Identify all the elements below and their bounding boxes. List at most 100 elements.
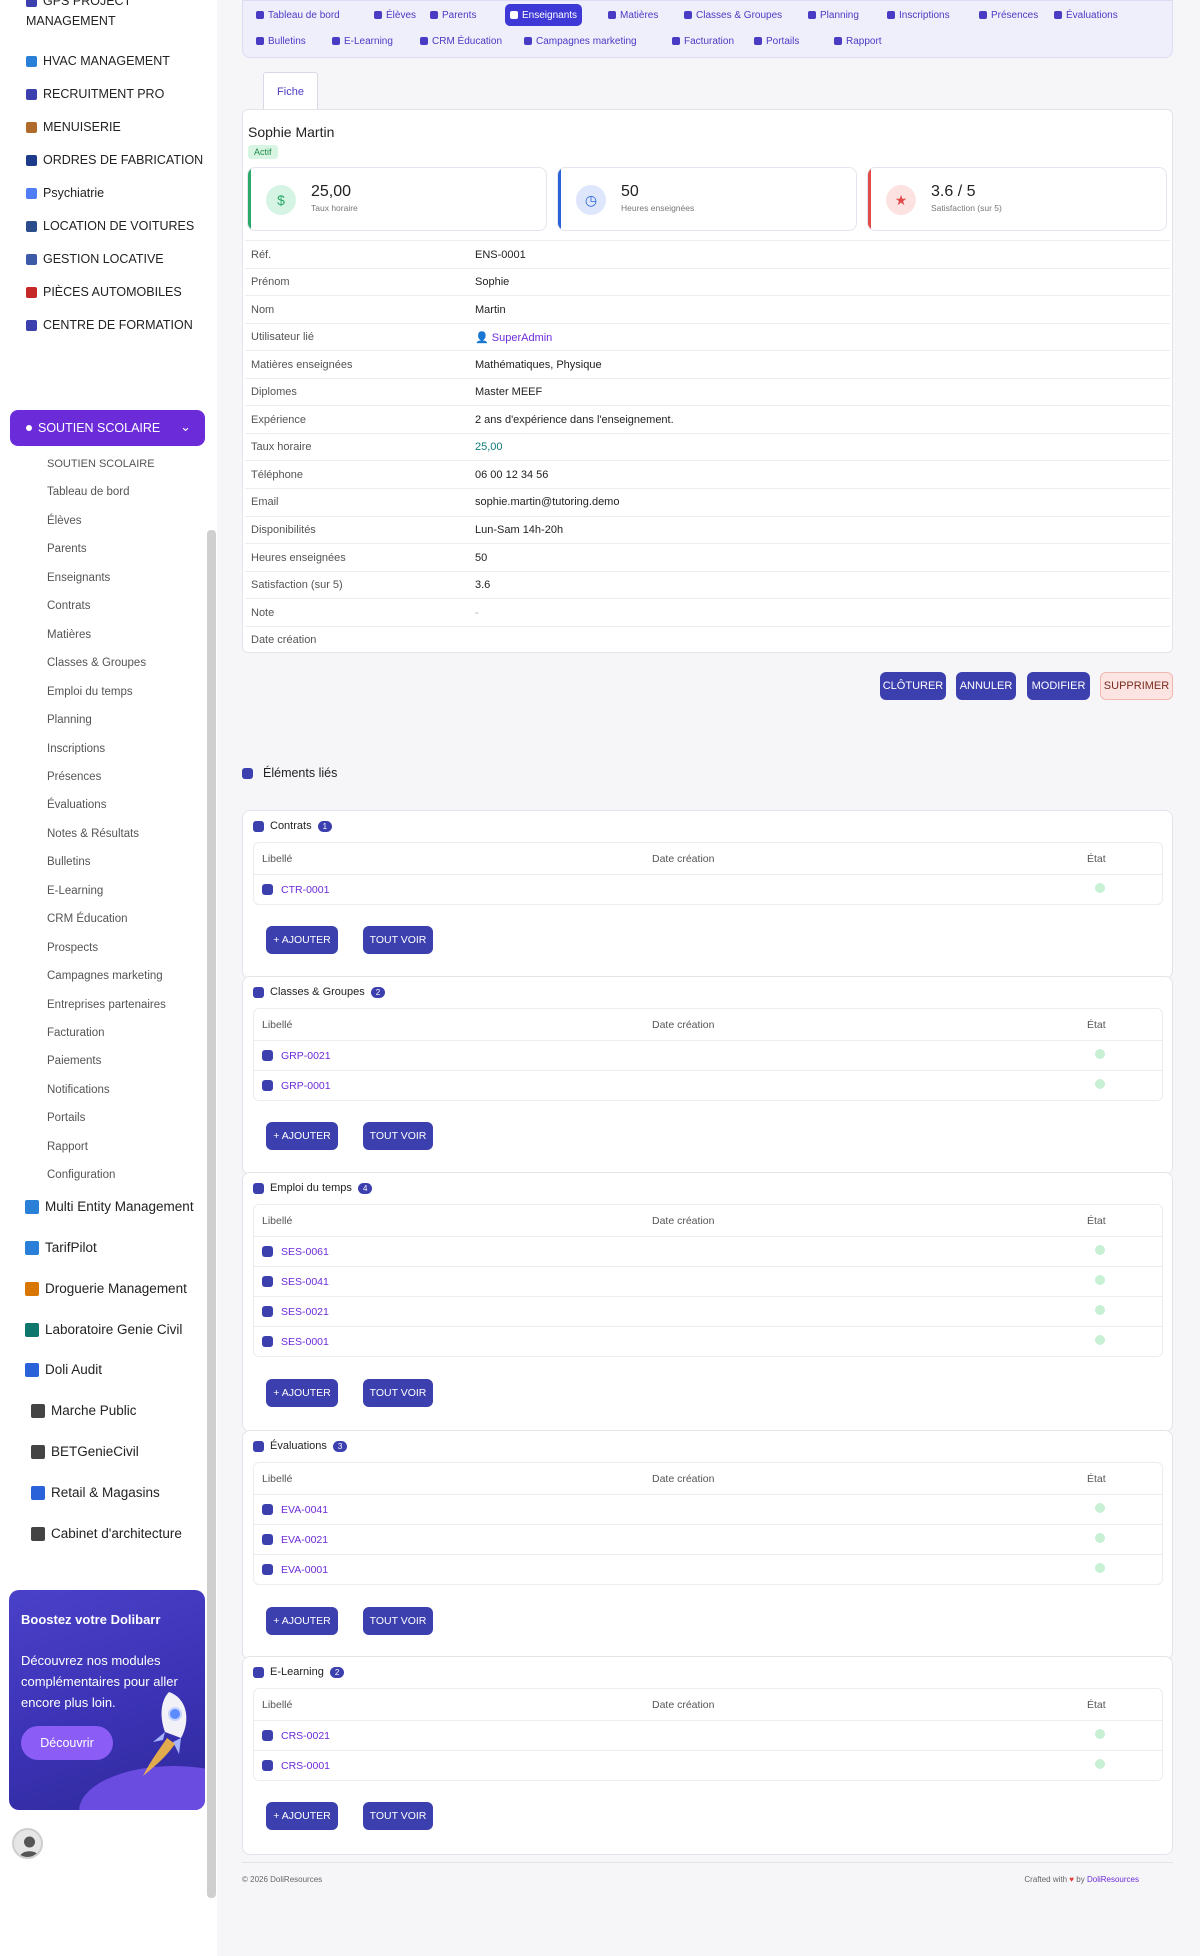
sidebar-subitem-2[interactable]: Tableau de bord <box>47 486 129 498</box>
table-row[interactable]: EVA-0021 <box>254 1524 1162 1554</box>
record-link[interactable]: CTR-0001 <box>281 884 329 896</box>
cancel-button[interactable]: ANNULER <box>956 672 1016 700</box>
record-link[interactable]: EVA-0001 <box>281 1564 328 1576</box>
sidebar-module-label-continued[interactable]: MANAGEMENT <box>26 14 116 28</box>
add-button[interactable]: + AJOUTER <box>266 1122 338 1150</box>
sidebar-subitem-19[interactable]: Campagnes marketing <box>47 970 163 982</box>
sidebar-subitem-1[interactable]: SOUTIEN SCOLAIRE <box>47 458 155 470</box>
view-all-button[interactable]: TOUT VOIR <box>363 1379 433 1407</box>
sidebar-module-lower-3[interactable]: Droguerie Management <box>25 1281 187 1296</box>
field-value[interactable]: 👤 SuperAdmin <box>475 331 552 344</box>
record-link[interactable]: CRS-0001 <box>281 1760 330 1772</box>
topmenu-link-7[interactable]: Planning <box>803 4 864 26</box>
sidebar-module-3[interactable]: MENUISERIE <box>26 120 121 134</box>
sidebar-module-9[interactable]: CENTRE DE FORMATION <box>26 318 193 332</box>
topmenu-link-5[interactable]: Matières <box>603 4 663 26</box>
topmenu-link-1[interactable]: Tableau de bord <box>251 4 345 26</box>
sidebar-subitem-6[interactable]: Contrats <box>47 600 90 612</box>
topmenu-link-row2-3[interactable]: CRM Éducation <box>415 30 507 52</box>
sidebar-subitem-12[interactable]: Présences <box>47 771 101 783</box>
topmenu-link-10[interactable]: Évaluations <box>1049 4 1123 26</box>
view-all-button[interactable]: TOUT VOIR <box>363 1122 433 1150</box>
footer-brand-link[interactable]: DoliResources <box>1087 1875 1139 1884</box>
record-link[interactable]: CRS-0021 <box>281 1730 330 1742</box>
topmenu-link-row2-2[interactable]: E-Learning <box>327 30 398 52</box>
sidebar-module-lower-7[interactable]: BETGenieCivil <box>31 1444 139 1459</box>
sidebar-scrollbar[interactable] <box>207 530 216 1898</box>
sidebar-subitem-25[interactable]: Rapport <box>47 1141 88 1153</box>
sidebar-subitem-24[interactable]: Portails <box>47 1112 85 1124</box>
table-row[interactable]: CRS-0001 <box>254 1750 1162 1780</box>
topmenu-link-row2-5[interactable]: Facturation <box>667 30 739 52</box>
record-link[interactable]: SES-0041 <box>281 1276 329 1288</box>
record-link[interactable]: SES-0021 <box>281 1306 329 1318</box>
sidebar-module-active[interactable]: SOUTIEN SCOLAIRE ⌄ <box>10 410 205 446</box>
topmenu-link-8[interactable]: Inscriptions <box>882 4 955 26</box>
add-button[interactable]: + AJOUTER <box>266 1802 338 1830</box>
view-all-button[interactable]: TOUT VOIR <box>363 925 433 954</box>
add-button[interactable]: + AJOUTER <box>266 1379 338 1407</box>
view-all-button[interactable]: TOUT VOIR <box>363 1606 433 1635</box>
add-button[interactable]: + AJOUTER <box>266 1606 338 1635</box>
record-link[interactable]: SES-0061 <box>281 1246 329 1258</box>
topmenu-link-row2-4[interactable]: Campagnes marketing <box>519 30 642 52</box>
sidebar-subitem-9[interactable]: Emploi du temps <box>47 686 133 698</box>
sidebar-subitem-17[interactable]: CRM Éducation <box>47 913 128 925</box>
sidebar-module-lower-4[interactable]: Laboratoire Genie Civil <box>25 1322 182 1337</box>
record-link[interactable]: SES-0001 <box>281 1336 329 1348</box>
discover-button[interactable]: Découvrir <box>21 1726 113 1760</box>
sidebar-module-lower-5[interactable]: Doli Audit <box>25 1362 102 1377</box>
tab-fiche[interactable]: Fiche <box>263 72 318 110</box>
table-row[interactable]: SES-0021 <box>254 1296 1162 1326</box>
sidebar-module-truncated[interactable]: GPS PROJECT <box>26 0 131 8</box>
record-link[interactable]: EVA-0041 <box>281 1504 328 1516</box>
table-row[interactable]: EVA-0001 <box>254 1554 1162 1584</box>
sidebar-subitem-14[interactable]: Notes & Résultats <box>47 828 139 840</box>
user-avatar[interactable] <box>12 1828 43 1859</box>
table-row[interactable]: CRS-0021 <box>254 1720 1162 1750</box>
sidebar-subitem-5[interactable]: Enseignants <box>47 572 110 584</box>
sidebar-subitem-22[interactable]: Paiements <box>47 1055 101 1067</box>
sidebar-subitem-15[interactable]: Bulletins <box>47 856 90 868</box>
topmenu-link-row2-7[interactable]: Rapport <box>829 30 887 52</box>
record-link[interactable]: EVA-0021 <box>281 1534 328 1546</box>
topmenu-link-4[interactable]: Enseignants <box>505 4 583 26</box>
sidebar-subitem-10[interactable]: Planning <box>47 714 92 726</box>
sidebar-module-7[interactable]: GESTION LOCATIVE <box>26 252 164 266</box>
sidebar-module-2[interactable]: RECRUITMENT PRO <box>26 87 164 101</box>
sidebar-module-6[interactable]: LOCATION DE VOITURES <box>26 219 194 233</box>
table-row[interactable]: SES-0041 <box>254 1266 1162 1296</box>
topmenu-link-6[interactable]: Classes & Groupes <box>679 4 787 26</box>
table-row[interactable]: GRP-0021 <box>254 1040 1162 1070</box>
record-link[interactable]: GRP-0001 <box>281 1080 331 1092</box>
sidebar-subitem-7[interactable]: Matières <box>47 629 91 641</box>
sidebar-subitem-21[interactable]: Facturation <box>47 1027 105 1039</box>
sidebar-subitem-13[interactable]: Évaluations <box>47 799 106 811</box>
sidebar-module-8[interactable]: PIÈCES AUTOMOBILES <box>26 285 182 299</box>
delete-button[interactable]: SUPPRIMER <box>1100 672 1173 700</box>
topmenu-link-row2-1[interactable]: Bulletins <box>251 30 311 52</box>
sidebar-module-lower-2[interactable]: TarifPilot <box>25 1240 97 1255</box>
sidebar-subitem-3[interactable]: Élèves <box>47 515 82 527</box>
topmenu-link-row2-6[interactable]: Portails <box>749 30 804 52</box>
edit-button[interactable]: MODIFIER <box>1027 672 1090 700</box>
topmenu-link-9[interactable]: Présences <box>974 4 1043 26</box>
sidebar-module-1[interactable]: HVAC MANAGEMENT <box>26 54 170 68</box>
sidebar-subitem-26[interactable]: Configuration <box>47 1169 115 1181</box>
topmenu-link-3[interactable]: Parents <box>425 4 481 26</box>
sidebar-module-5[interactable]: Psychiatrie <box>26 186 104 200</box>
table-row[interactable]: SES-0001 <box>254 1326 1162 1356</box>
sidebar-subitem-20[interactable]: Entreprises partenaires <box>47 999 166 1011</box>
sidebar-module-lower-9[interactable]: Cabinet d'architecture <box>31 1526 182 1541</box>
table-row[interactable]: SES-0061 <box>254 1236 1162 1266</box>
sidebar-subitem-23[interactable]: Notifications <box>47 1084 110 1096</box>
sidebar-subitem-4[interactable]: Parents <box>47 543 87 555</box>
sidebar-module-lower-1[interactable]: Multi Entity Management <box>25 1199 194 1214</box>
sidebar-subitem-8[interactable]: Classes & Groupes <box>47 657 146 669</box>
sidebar-subitem-11[interactable]: Inscriptions <box>47 743 105 755</box>
sidebar-subitem-18[interactable]: Prospects <box>47 942 98 954</box>
sidebar-module-lower-8[interactable]: Retail & Magasins <box>31 1485 160 1500</box>
view-all-button[interactable]: TOUT VOIR <box>363 1802 433 1830</box>
sidebar-module-lower-6[interactable]: Marche Public <box>31 1403 137 1418</box>
topmenu-link-2[interactable]: Élèves <box>369 4 421 26</box>
